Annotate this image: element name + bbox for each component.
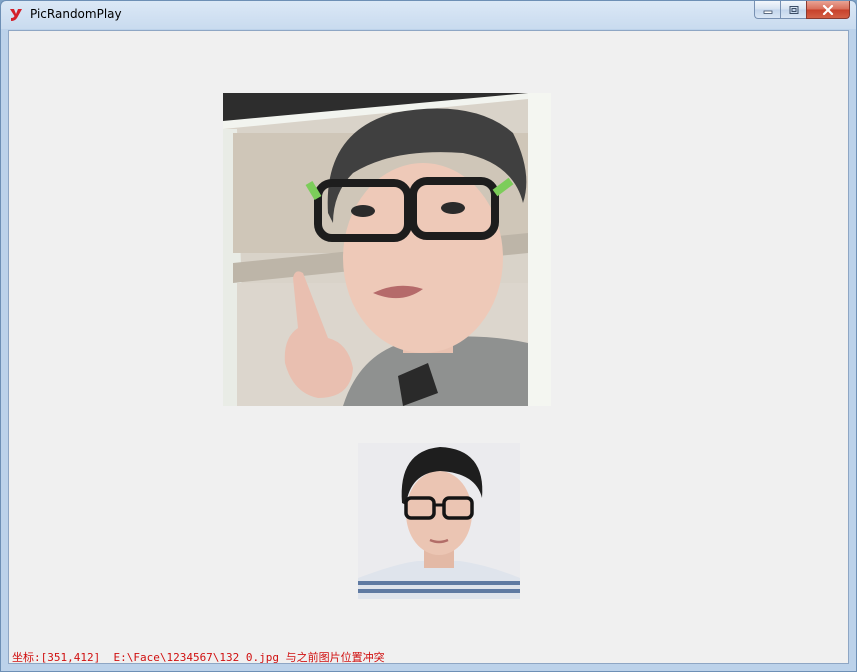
minimize-icon — [763, 10, 772, 14]
caption-buttons — [754, 1, 850, 21]
photo-small-image — [358, 443, 520, 599]
maximize-button[interactable] — [780, 1, 806, 19]
photo-main-image — [223, 93, 551, 406]
status-message: 坐标:[351,412] E:\Face\1234567\132_0.jpg 与… — [12, 651, 385, 664]
maximize-icon — [789, 5, 798, 14]
window-title: PicRandomPlay — [30, 7, 122, 21]
minimize-button[interactable] — [754, 1, 780, 19]
app-window: PicRandomPlay 坐标:[351,412] E:\Face\12345… — [0, 0, 857, 672]
canvas-area[interactable]: 坐标:[351,412] E:\Face\1234567\132_0.jpg 与… — [8, 30, 849, 664]
title-bar[interactable]: PicRandomPlay — [1, 1, 856, 30]
photo-small[interactable] — [358, 443, 520, 599]
close-icon — [822, 4, 834, 15]
close-button[interactable] — [806, 1, 850, 19]
app-logo-icon — [10, 9, 22, 21]
photo-main[interactable] — [223, 93, 551, 406]
